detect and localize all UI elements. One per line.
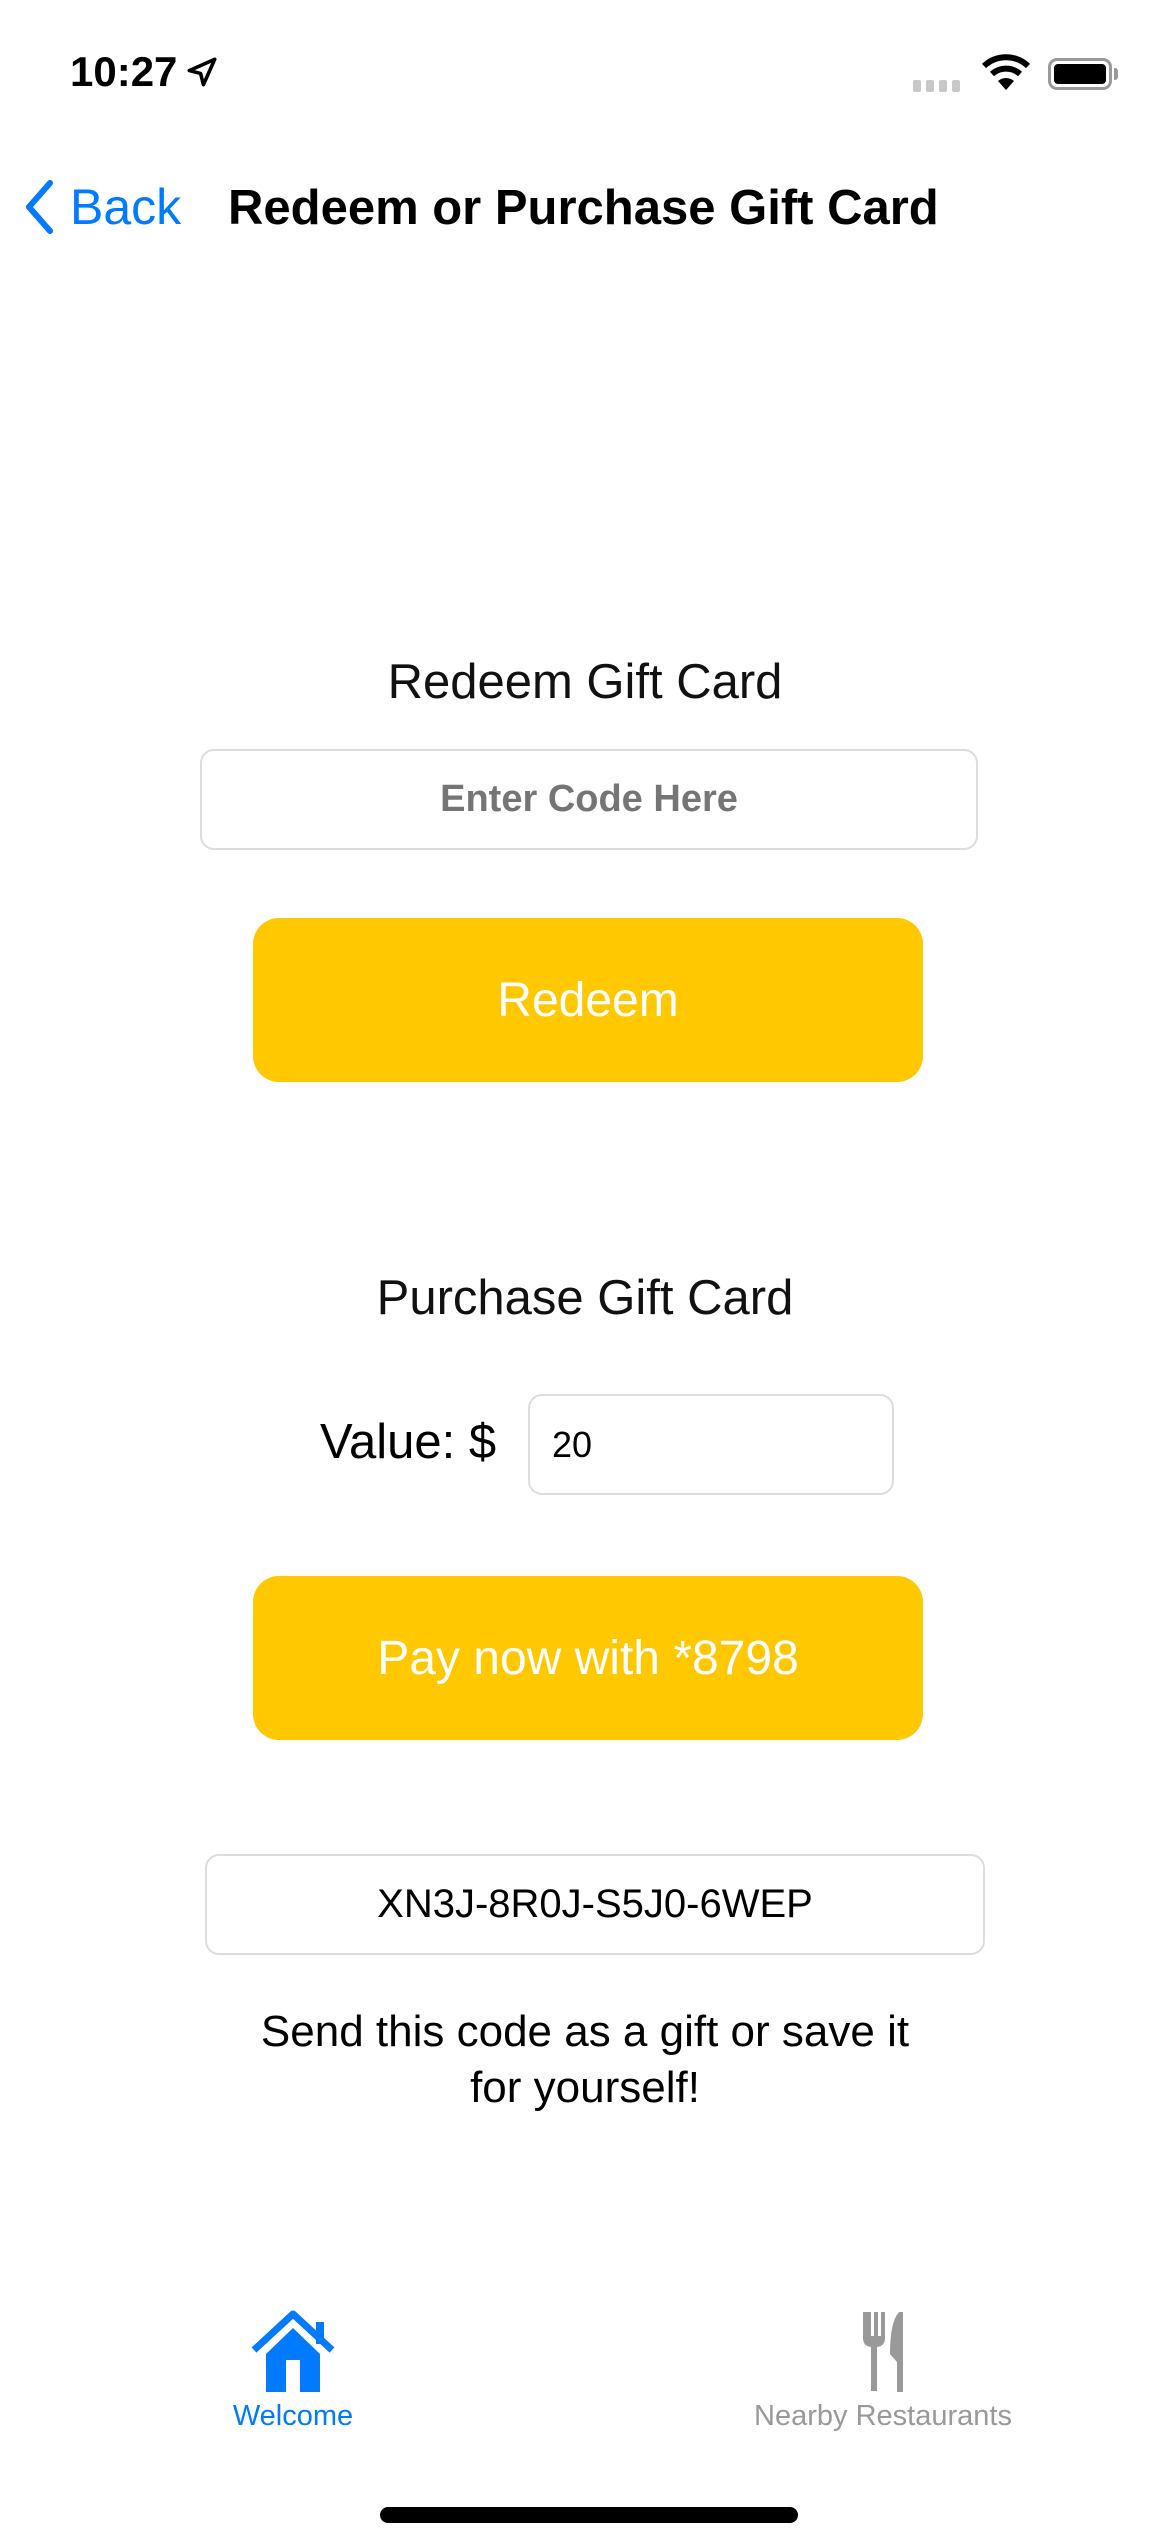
purchase-title: Purchase Gift Card <box>376 1271 794 1325</box>
generated-code-text: XN3J-8R0J-S5J0-6WEP <box>377 1882 813 1926</box>
cellular-signal-icon <box>913 80 960 92</box>
gift-message-line2: for yourself! <box>470 2063 700 2112</box>
generated-code-field[interactable]: XN3J-8R0J-S5J0-6WEP <box>205 1854 985 1955</box>
chevron-left-icon <box>26 180 53 234</box>
redeem-button[interactable]: Redeem <box>253 918 923 1082</box>
page-title: Redeem or Purchase Gift Card <box>228 181 939 235</box>
fork-knife-icon <box>863 2312 903 2392</box>
value-label: Value: $ <box>320 1415 497 1469</box>
time-text: 10:27 <box>70 48 178 95</box>
house-icon <box>251 2310 335 2392</box>
back-label: Back <box>70 179 182 235</box>
battery-cap <box>1114 68 1118 80</box>
gift-message-line1: Send this code as a gift or save it <box>260 2007 910 2056</box>
tab-welcome-label: Welcome <box>232 2400 354 2432</box>
gift-code-input[interactable] <box>200 749 978 850</box>
value-input[interactable]: 20 <box>528 1394 894 1495</box>
gift-message: Send this code as a gift or save it for … <box>0 2004 1170 2116</box>
home-indicator[interactable] <box>380 2507 798 2523</box>
back-button[interactable]: Back <box>24 178 181 236</box>
battery-icon <box>1048 58 1112 90</box>
location-arrow-icon <box>187 57 217 87</box>
redeem-title: Redeem Gift Card <box>387 655 783 709</box>
tab-nearby-restaurants[interactable]: Nearby Restaurants <box>733 2310 1033 2433</box>
value-text: 20 <box>552 1423 593 1465</box>
tab-welcome[interactable]: Welcome <box>143 2310 443 2433</box>
status-time: 10:27 <box>70 48 219 96</box>
wifi-icon <box>981 54 1031 90</box>
tab-nearby-label: Nearby Restaurants <box>754 2400 1012 2432</box>
pay-now-button[interactable]: Pay now with *8798 <box>253 1576 923 1740</box>
